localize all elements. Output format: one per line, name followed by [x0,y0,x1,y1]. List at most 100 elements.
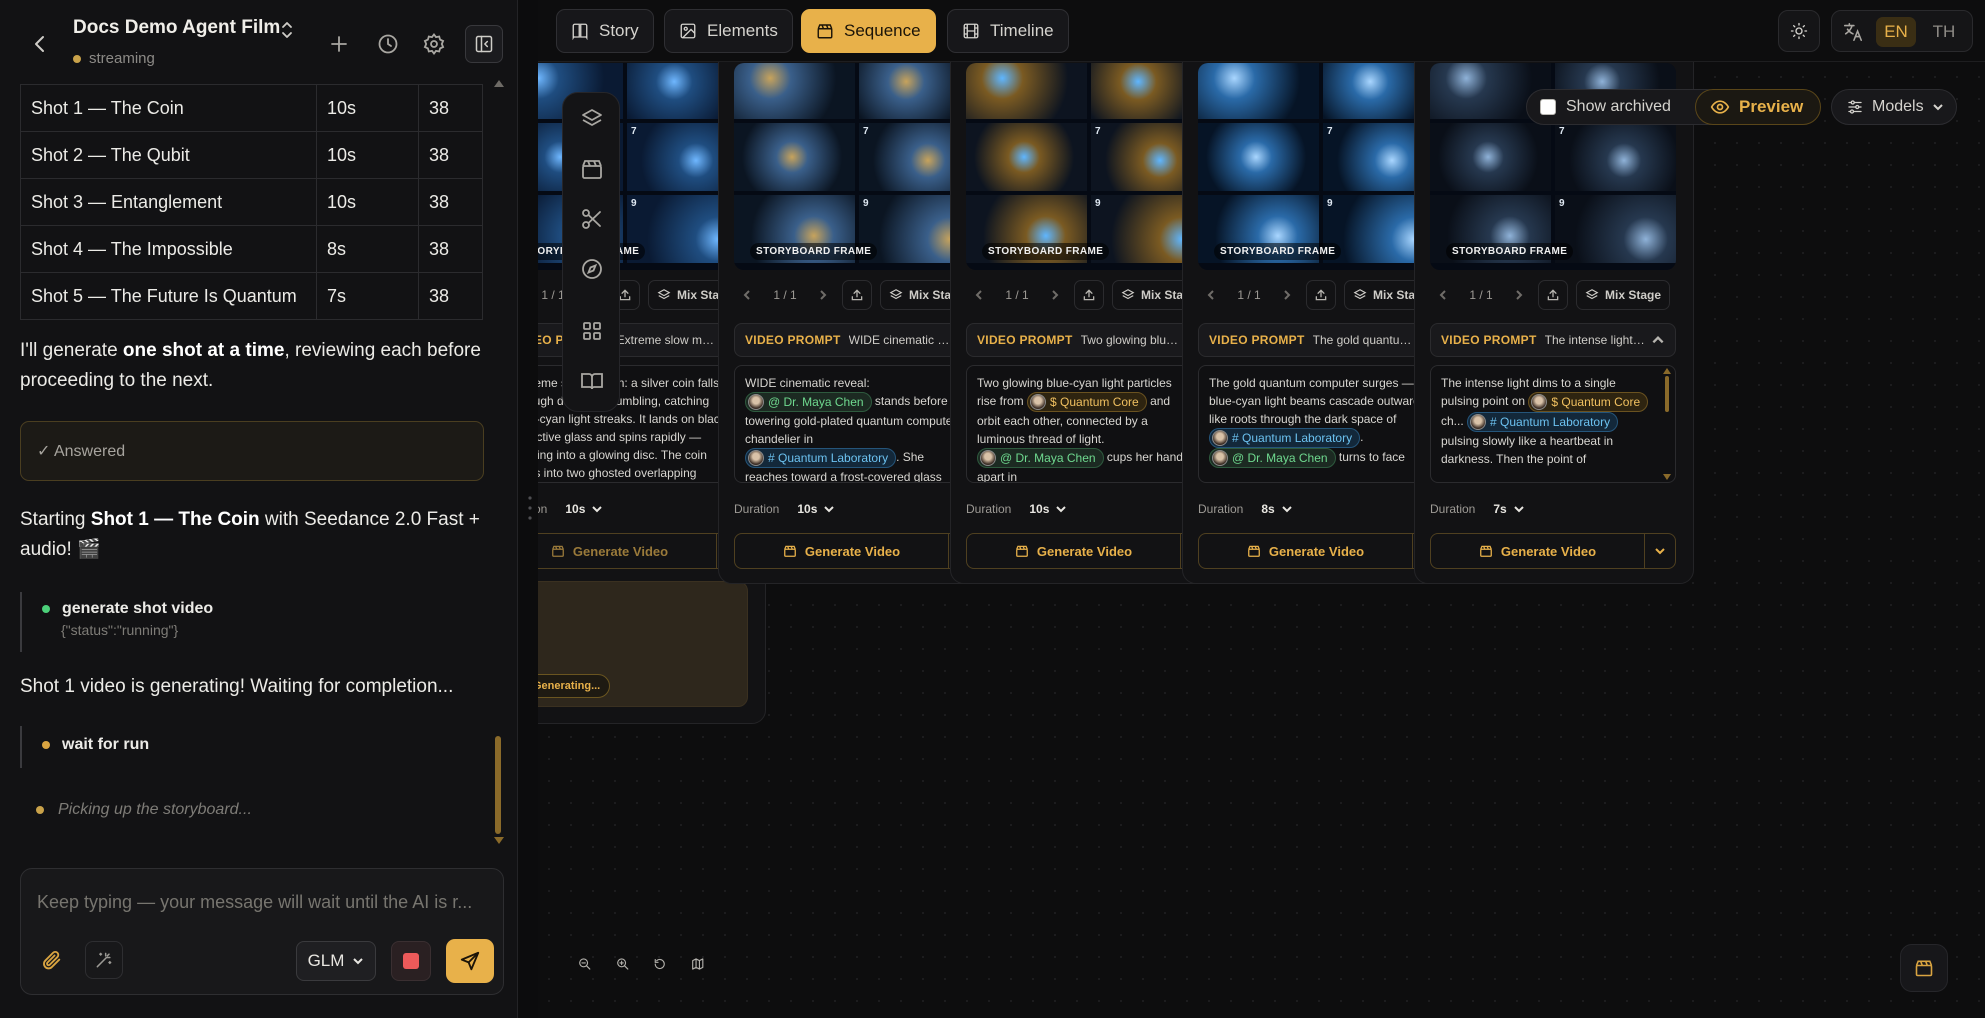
tab-elements[interactable]: Elements [664,9,793,53]
prev-frame-icon[interactable] [1430,282,1456,308]
mix-stage-button[interactable]: Mix Stage [1576,280,1671,310]
generate-video-button[interactable]: Generate Video [1431,534,1645,568]
prev-frame-icon[interactable] [734,282,760,308]
video-prompt-text[interactable]: Two glowing blue-cyan light particles ri… [966,365,1212,483]
generate-video-button-group: Generate Video [1430,533,1676,569]
upload-icon[interactable] [1538,280,1568,310]
tab-story[interactable]: Story [556,9,654,53]
generate-video-label: Generate Video [1500,543,1597,559]
tool-call-wait-for-run[interactable]: wait for run [20,726,490,768]
upload-icon[interactable] [842,280,872,310]
video-prompt-header[interactable]: VIDEO PROMPT Two glowing blue-... [966,323,1212,357]
preview-button[interactable]: Preview [1695,89,1821,125]
compass-icon[interactable] [580,257,604,281]
send-icon[interactable] [446,939,494,983]
chevron-up-icon[interactable] [1651,333,1665,347]
message-input[interactable] [37,885,487,919]
collapse-panel-icon[interactable] [465,25,503,63]
next-frame-icon[interactable] [810,282,836,308]
upload-icon[interactable] [1074,280,1104,310]
magic-wand-icon[interactable] [85,941,123,979]
duration-label: Duration [966,502,1012,516]
film-icon [962,22,980,40]
duration-select[interactable]: 10s [791,500,841,518]
tool-call-generate-shot-video[interactable]: generate shot video {"status":"running"} [20,592,490,652]
open-book-icon[interactable] [580,369,604,393]
chevron-down-icon [823,503,835,515]
zoom-out-icon[interactable] [572,949,598,979]
map-icon[interactable] [685,949,711,979]
models-dropdown[interactable]: Models [1831,89,1957,125]
back-arrow-icon[interactable] [28,32,52,56]
shot-card[interactable]: 7 9 STORYBOARD FRAME 1 / 1 Mix Stage VIDE… [1414,44,1694,584]
duration-select[interactable]: 8s [1255,500,1298,518]
duration-select[interactable]: 10s [1023,500,1073,518]
video-prompt-text[interactable]: The intense light dims to a single pulsi… [1430,365,1676,483]
show-archived-label: Show archived [1566,98,1671,115]
sequence-canvas[interactable]: Story Elements Sequence Timeline EN TH 7… [538,0,1985,1018]
chevron-updown-icon[interactable] [279,20,295,40]
chevron-down-icon [591,503,603,515]
duration-select[interactable]: 7s [1487,500,1530,518]
history-icon[interactable] [376,32,400,56]
video-prompt-header[interactable]: VIDEO PROMPT The intense light dims... [1430,323,1676,357]
video-prompt-text[interactable]: The gold quantum computer surges — blue-… [1198,365,1444,483]
storyboard-frame[interactable]: 7 9 STORYBOARD FRAME [966,63,1212,270]
storyboard-frame[interactable]: 7 9 STORYBOARD FRAME [1198,63,1444,270]
upload-icon[interactable] [1306,280,1336,310]
project-title[interactable]: Docs Demo Agent Film [73,17,280,39]
show-archived-checkbox[interactable] [1540,99,1556,115]
video-prompt-summary: The intense light dims... [1544,333,1647,347]
prev-frame-icon[interactable] [966,282,992,308]
frame-number: 9 [1095,198,1101,209]
scroll-down-icon[interactable] [1663,474,1671,480]
answered-card[interactable]: ✓ Answered [20,421,484,481]
paperclip-icon[interactable] [33,941,71,979]
scroll-up-icon[interactable] [1663,368,1671,374]
storyboard-frame[interactable]: 7 9 STORYBOARD FRAME [734,63,980,270]
clapperboard-icon[interactable] [580,157,604,181]
chat-messages[interactable]: Shot 1 — The Coin 10s 38 Shot 2 — The Qubit… [0,78,517,853]
generate-video-button[interactable]: Generate Video [1199,534,1413,568]
table-row: Shot 5 — The Future Is Quantum 7s 38 [20,272,483,320]
zoom-in-icon[interactable] [610,949,636,979]
sun-icon[interactable] [1778,10,1820,52]
plus-icon[interactable] [327,32,351,56]
scissors-icon[interactable] [580,207,604,231]
model-select[interactable]: GLM [296,941,376,981]
reset-view-icon[interactable] [647,949,673,979]
scrollbar-thumb[interactable] [495,736,501,834]
table-cell-count: 38 [418,84,483,132]
prompt-scrollbar-thumb[interactable] [1665,376,1669,412]
clapper-action-icon[interactable] [1900,944,1948,992]
next-frame-icon[interactable] [1506,282,1532,308]
generate-video-button[interactable]: Generate Video [967,534,1181,568]
gear-icon[interactable] [422,32,446,56]
video-prompt-header[interactable]: VIDEO PROMPT The gold quantum... [1198,323,1444,357]
prev-frame-icon[interactable] [1198,282,1224,308]
stop-button[interactable] [391,941,431,981]
scroll-down-icon[interactable] [493,836,505,846]
video-prompt-text[interactable]: WIDE cinematic reveal: @ Dr. Maya Chen s… [734,365,980,483]
grid-icon[interactable] [580,319,604,343]
video-prompt-header[interactable]: VIDEO PROMPT WIDE cinematic re... [734,323,980,357]
lang-en-button[interactable]: EN [1876,17,1916,47]
next-frame-icon[interactable] [1042,282,1068,308]
generate-video-button[interactable]: Generate Video [538,534,717,568]
tab-sequence[interactable]: Sequence [801,9,936,53]
tab-timeline[interactable]: Timeline [947,9,1069,53]
chevron-down-icon [1055,503,1067,515]
chevron-down-icon[interactable] [1645,534,1675,568]
generate-video-button[interactable]: Generate Video [735,534,949,568]
layers-icon[interactable] [580,107,604,131]
chat-scrollbar[interactable] [491,78,507,853]
next-frame-icon[interactable] [1274,282,1300,308]
resize-handle-icon[interactable] [527,495,533,521]
duration-select[interactable]: 10s [559,500,609,518]
lang-th-button[interactable]: TH [1924,17,1964,47]
scroll-up-icon[interactable] [493,78,505,88]
generate-video-label: Generate Video [1036,543,1133,559]
frame-pager: 1 / 1 Mix Stage [1430,280,1676,310]
video-prompt-label: VIDEO PROMPT [1441,333,1537,347]
clapper-icon [816,22,834,40]
